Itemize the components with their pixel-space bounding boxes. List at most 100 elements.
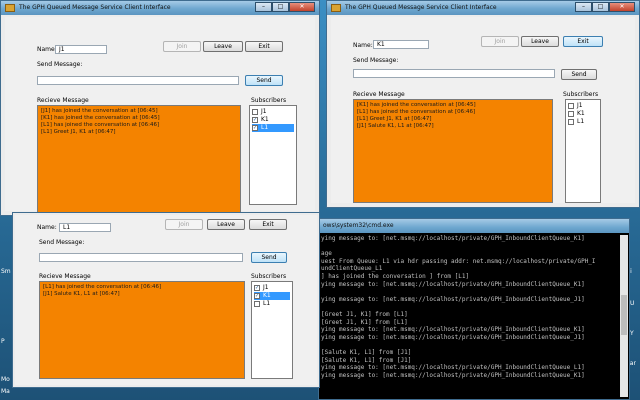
close-button[interactable]: ✕ xyxy=(609,2,635,12)
subscribers-list[interactable]: J1 ✓ K1 ✓ L1 xyxy=(249,105,297,205)
message-line: [L1] has joined the conversation at [06:… xyxy=(357,109,476,115)
send-message-input[interactable] xyxy=(39,253,243,262)
send-message-input[interactable] xyxy=(37,76,239,85)
receive-message-box[interactable]: [L1] has joined the conversation at [06:… xyxy=(39,281,245,379)
subscribers-label: Subscribers xyxy=(251,97,287,104)
console-line: ying message to: [net.msmq://localhost/p… xyxy=(321,280,585,288)
message-line: [J1] Salute K1, L1 at [06:47] xyxy=(43,291,120,297)
subscribers-list[interactable]: J1 K1 L1 xyxy=(565,99,601,203)
receive-message-label: Recieve Message xyxy=(39,273,91,280)
console-line: ] has joined the conversation ] from [L1… xyxy=(321,272,470,280)
subscriber-name: J1 xyxy=(261,108,267,115)
subscriber-checkbox[interactable] xyxy=(252,109,258,115)
subscriber-checkbox[interactable] xyxy=(254,301,260,307)
subscriber-name: L1 xyxy=(263,300,271,307)
subscriber-name: K1 xyxy=(261,116,269,123)
subscriber-checkbox[interactable] xyxy=(568,119,574,125)
send-button[interactable]: Send xyxy=(251,252,287,263)
desktop-icon-label[interactable]: P xyxy=(1,338,5,345)
subscriber-checkbox[interactable] xyxy=(568,111,574,117)
client-window-l1: Name: L1 Join Leave Exit Send Message: S… xyxy=(12,212,320,388)
title-bar[interactable]: The GPH Queued Message Service Client In… xyxy=(1,1,319,15)
leave-button[interactable]: Leave xyxy=(203,41,243,52)
message-line: [L1] has joined the conversation at [06:… xyxy=(41,122,160,128)
message-line: [L1] Greet J1, K1 at [06:47] xyxy=(357,116,432,122)
name-input[interactable]: J1 xyxy=(55,45,107,54)
subscribers-list[interactable]: ✓ J1 ✓ K1 L1 xyxy=(251,281,293,379)
subscriber-item-k1[interactable]: ✓ K1 xyxy=(254,292,290,300)
console-output[interactable]: ying message to: [net.msmq://localhost/p… xyxy=(321,235,619,397)
maximize-button[interactable]: □ xyxy=(592,2,609,12)
subscriber-item-k1[interactable]: ✓ K1 xyxy=(252,116,294,124)
send-message-input[interactable] xyxy=(353,69,555,78)
console-line: ying message to: [net.msmq://localhost/p… xyxy=(321,295,585,303)
subscriber-checkbox[interactable]: ✓ xyxy=(252,117,258,123)
window-client: Name: L1 Join Leave Exit Send Message: S… xyxy=(15,215,317,385)
exit-button[interactable]: Exit xyxy=(563,36,603,47)
desktop-icon-label[interactable]: Y xyxy=(630,330,634,337)
desktop-icon-label[interactable]: Mo xyxy=(1,376,10,383)
console-line: ying message to: [net.msmq://localhost/p… xyxy=(321,333,585,341)
console-line: undClientQueue_L1 xyxy=(321,265,383,273)
title-bar[interactable]: The GPH Queued Message Service Client In… xyxy=(327,1,639,15)
client-window-k1: The GPH Queued Message Service Client In… xyxy=(326,0,640,208)
window-title: ows\system32\cmd.exe xyxy=(323,222,394,229)
subscriber-name: L1 xyxy=(261,124,269,131)
desktop-icon-label[interactable]: Sm xyxy=(1,268,11,275)
console-line: ying message to: [net.msmq://localhost/p… xyxy=(321,326,585,334)
subscriber-item-j1[interactable]: J1 xyxy=(568,102,598,110)
subscriber-item-j1[interactable]: ✓ J1 xyxy=(254,284,290,292)
subscribers-label: Subscribers xyxy=(563,91,599,98)
name-label: Name: xyxy=(37,224,57,231)
subscriber-item-l1[interactable]: L1 xyxy=(568,118,598,126)
console-line: ying message to: [net.msmq://localhost/p… xyxy=(321,371,585,379)
join-button[interactable]: Join xyxy=(163,41,201,52)
subscriber-item-k1[interactable]: K1 xyxy=(568,110,598,118)
subscriber-name: L1 xyxy=(577,118,585,125)
name-input[interactable]: L1 xyxy=(59,223,111,232)
send-button[interactable]: Send xyxy=(561,69,597,80)
send-button[interactable]: Send xyxy=(245,75,283,86)
console-line: ying message to: [net.msmq://localhost/p… xyxy=(321,364,585,372)
message-line: [L1] has joined the conversation at [06:… xyxy=(43,284,162,290)
subscriber-item-j1[interactable]: J1 xyxy=(252,108,294,116)
subscriber-checkbox[interactable] xyxy=(568,103,574,109)
subscriber-checkbox[interactable]: ✓ xyxy=(254,285,260,291)
message-line: [K1] has joined the conversation at [06:… xyxy=(41,115,160,121)
cmd-window: ows\system32\cmd.exe ying message to: [n… xyxy=(318,218,630,400)
receive-message-label: Recieve Message xyxy=(353,91,405,98)
minimize-button[interactable]: – xyxy=(575,2,592,12)
receive-message-box[interactable]: [K1] has joined the conversation at [06:… xyxy=(353,99,553,203)
minimize-button[interactable]: – xyxy=(255,2,272,12)
send-message-label: Send Message: xyxy=(39,239,85,246)
receive-message-box[interactable]: [J1] has joined the conversation at [06:… xyxy=(37,105,241,213)
subscriber-checkbox[interactable]: ✓ xyxy=(252,125,258,131)
subscriber-item-l1[interactable]: ✓ L1 xyxy=(252,124,294,132)
subscriber-checkbox[interactable]: ✓ xyxy=(254,293,260,299)
message-line: [L1] Greet J1, K1 at [06:47] xyxy=(41,129,116,135)
exit-button[interactable]: Exit xyxy=(249,219,287,230)
subscriber-name: J1 xyxy=(577,102,583,109)
leave-button[interactable]: Leave xyxy=(207,219,245,230)
subscriber-item-l1[interactable]: L1 xyxy=(254,300,290,308)
desktop-icon-label[interactable]: Ma xyxy=(1,388,10,395)
exit-button[interactable]: Exit xyxy=(245,41,283,52)
console-line: [Greet J1, K1] from [L1] xyxy=(321,318,408,326)
leave-button[interactable]: Leave xyxy=(521,36,559,47)
receive-message-label: Recieve Message xyxy=(37,97,89,104)
name-input[interactable]: K1 xyxy=(373,40,429,49)
join-button[interactable]: Join xyxy=(481,36,519,47)
vertical-scrollbar[interactable] xyxy=(620,235,628,397)
join-button[interactable]: Join xyxy=(165,219,203,230)
maximize-button[interactable]: □ xyxy=(272,2,289,12)
close-button[interactable]: ✕ xyxy=(289,2,315,12)
desktop-icon-label[interactable]: U xyxy=(630,300,634,307)
scrollbar-thumb[interactable] xyxy=(621,295,627,335)
subscribers-label: Subscribers xyxy=(251,273,287,280)
message-line: [J1] Salute K1, L1 at [06:47] xyxy=(357,123,434,129)
send-message-label: Send Message: xyxy=(353,57,399,64)
title-bar[interactable]: ows\system32\cmd.exe xyxy=(319,219,629,233)
console-line: [Salute K1, L1] from [J1] xyxy=(321,348,412,356)
